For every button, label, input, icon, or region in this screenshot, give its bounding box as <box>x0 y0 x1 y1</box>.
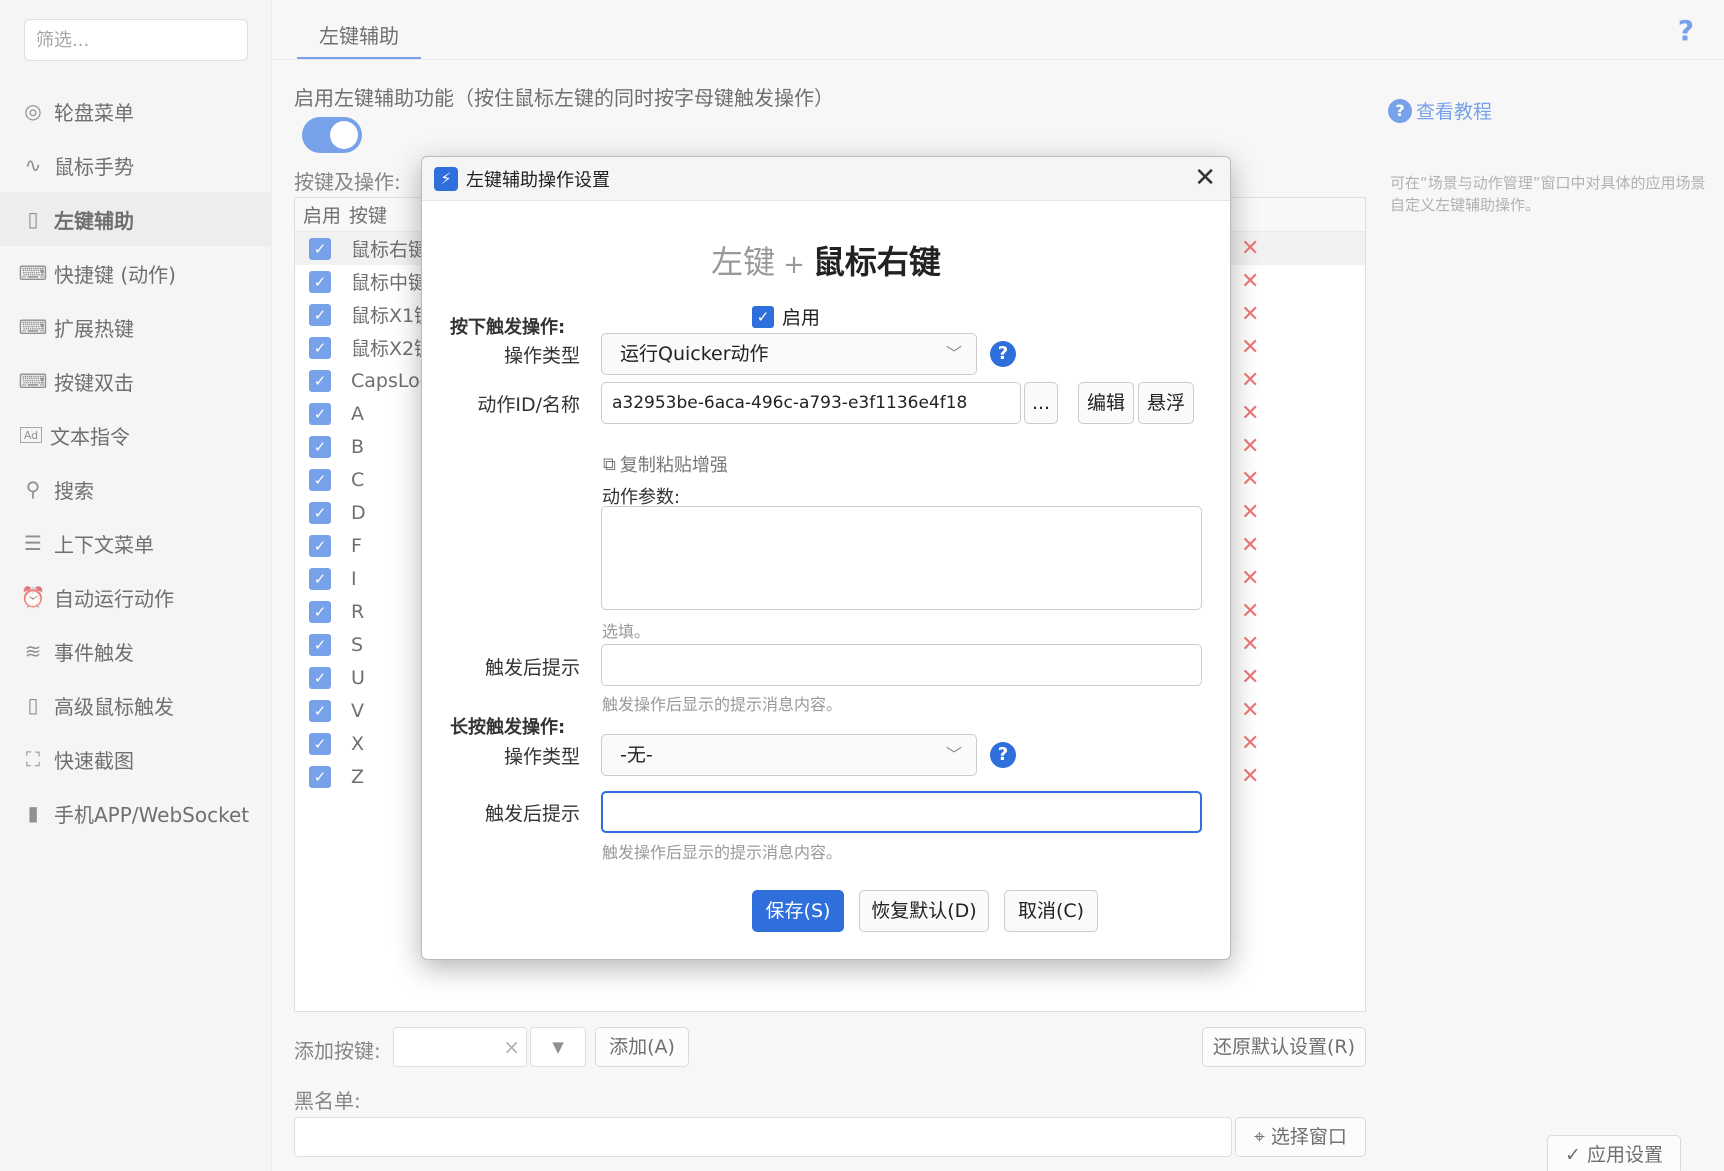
copy-paste-link[interactable]: ⧉ 复制粘贴增强 <box>603 451 728 477</box>
dialog-titlebar: ⚡ 左键辅助操作设置 <box>422 157 1230 201</box>
op-type-help-icon[interactable]: ? <box>990 341 1016 367</box>
close-icon[interactable]: ✕ <box>1194 163 1216 193</box>
params-hint: 选填。 <box>602 622 651 641</box>
enable-checkbox[interactable]: ✓ <box>752 305 774 328</box>
enable-label: 启用 <box>782 307 821 329</box>
quicker-logo-icon: ⚡ <box>434 166 458 191</box>
restore-default-button[interactable]: 恢复默认(D) <box>859 890 989 932</box>
long-trigger-tip-hint: 触发操作后显示的提示消息内容。 <box>602 843 843 862</box>
trigger-tip-hint: 触发操作后显示的提示消息内容。 <box>602 695 843 714</box>
copy-paste-label: 复制粘贴增强 <box>619 455 728 476</box>
action-id-label: 动作ID/名称 <box>477 394 580 416</box>
float-button[interactable]: 悬浮 <box>1138 382 1194 424</box>
enable-checkbox-row[interactable]: ✓ 启用 <box>752 303 820 330</box>
params-textarea[interactable] <box>601 506 1202 610</box>
trigger-tip-label: 触发后提示 <box>484 657 580 679</box>
copy-icon: ⧉ <box>603 453 616 475</box>
chevron-down-icon: ﹀ <box>945 344 962 363</box>
long-op-type-select[interactable]: -无- ﹀ <box>601 734 977 776</box>
heading-left-key: 左键 <box>711 243 776 281</box>
dialog-title: 左键辅助操作设置 <box>466 169 610 191</box>
op-type-value: 运行Quicker动作 <box>620 343 769 365</box>
cancel-button[interactable]: 取消(C) <box>1004 890 1098 932</box>
save-button[interactable]: 保存(S) <box>752 890 844 932</box>
long-trigger-tip-input[interactable] <box>601 791 1202 833</box>
long-op-type-help-icon[interactable]: ? <box>990 742 1016 768</box>
heading-plus: + <box>783 250 805 280</box>
browse-button[interactable]: ... <box>1024 382 1058 424</box>
op-type-label: 操作类型 <box>503 345 580 367</box>
press-section-title: 按下触发操作: <box>450 317 566 338</box>
chevron-down-icon: ﹀ <box>945 745 962 764</box>
long-press-section-title: 长按触发操作: <box>450 717 566 738</box>
op-type-select[interactable]: 运行Quicker动作 ﹀ <box>601 333 977 375</box>
trigger-tip-input[interactable] <box>601 644 1202 686</box>
settings-dialog: ⚡ 左键辅助操作设置 ✕ 左键 + 鼠标右键 ✓ 启用 按下触发操作: 操作类型 运… <box>421 156 1231 960</box>
long-trigger-tip-label: 触发后提示 <box>484 803 580 825</box>
dialog-heading: 左键 + 鼠标右键 <box>422 237 1230 283</box>
action-id-input[interactable]: a32953be-6aca-496c-a793-e3f1136e4f18 <box>601 382 1021 424</box>
edit-button[interactable]: 编辑 <box>1078 382 1134 424</box>
long-op-type-label: 操作类型 <box>503 746 580 768</box>
long-op-type-value: -无- <box>620 744 653 766</box>
heading-right-key: 鼠标右键 <box>812 243 941 281</box>
